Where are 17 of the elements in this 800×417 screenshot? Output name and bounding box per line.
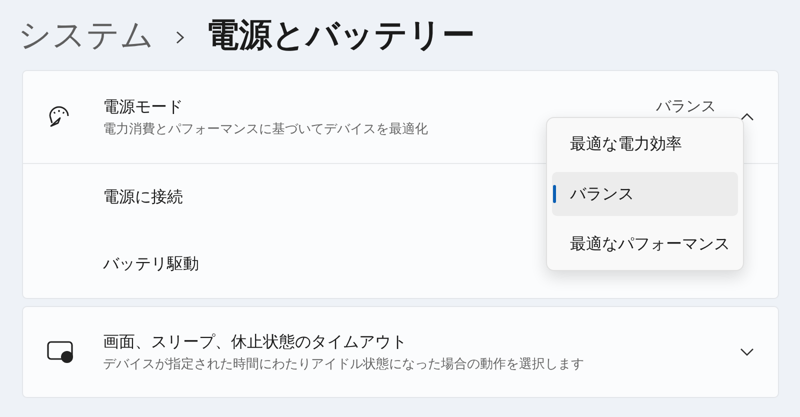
page-title: 電源とバッテリー	[206, 14, 475, 56]
setting-description: 電力消費とパフォーマンスに基づいてデバイスを最適化	[103, 120, 429, 138]
setting-label: 電源に接続	[103, 187, 183, 208]
chevron-down-icon[interactable]	[740, 348, 754, 356]
menu-option[interactable]: バランス	[552, 172, 738, 216]
setting-title: 電源モード	[103, 96, 184, 118]
chevron-right-icon	[176, 30, 184, 44]
setting-label: バッテリ駆動	[103, 254, 199, 275]
setting-description: デバイスが指定された時間にわたりアイドル状態になった場合の動作を選択します	[103, 356, 585, 372]
chevron-up-icon[interactable]	[740, 113, 754, 121]
speedometer-icon	[47, 106, 71, 128]
setting-title: 画面、スリープ、休止状態のタイムアウト	[103, 332, 408, 352]
screen-sleep-icon	[47, 340, 75, 364]
breadcrumb-link[interactable]: システム	[18, 12, 154, 58]
dropdown-value[interactable]: バランス	[656, 96, 716, 116]
menu-option[interactable]: 最適な電力効率	[552, 122, 738, 166]
menu-option[interactable]: 最適なパフォーマンス	[552, 222, 738, 266]
